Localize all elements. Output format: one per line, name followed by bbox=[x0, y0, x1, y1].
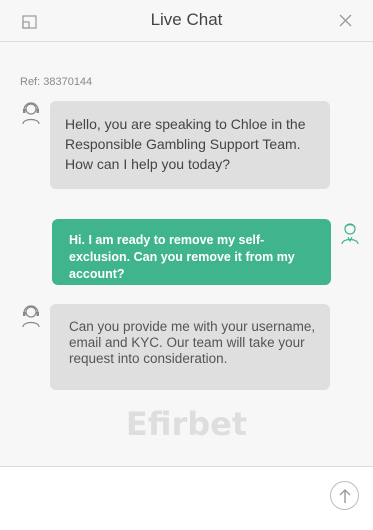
chat-header: Live Chat bbox=[0, 0, 373, 42]
user-icon bbox=[339, 221, 361, 245]
agent-headset-icon bbox=[20, 101, 42, 125]
user-message: Hi. I am ready to remove my self-exclusi… bbox=[52, 219, 331, 285]
close-icon[interactable] bbox=[337, 12, 354, 29]
agent-message: Can you provide me with your username, e… bbox=[50, 304, 330, 390]
agent-message: Hello, you are speaking to Chloe in the … bbox=[50, 101, 330, 189]
chat-title: Live Chat bbox=[150, 10, 223, 29]
message-input[interactable] bbox=[8, 477, 318, 517]
message-composer bbox=[0, 466, 373, 530]
send-button[interactable] bbox=[330, 481, 359, 510]
agent-headset-icon bbox=[20, 304, 42, 328]
brand-watermark: Efirbet bbox=[125, 405, 248, 443]
chat-reference: Ref: 38370144 bbox=[20, 76, 93, 88]
